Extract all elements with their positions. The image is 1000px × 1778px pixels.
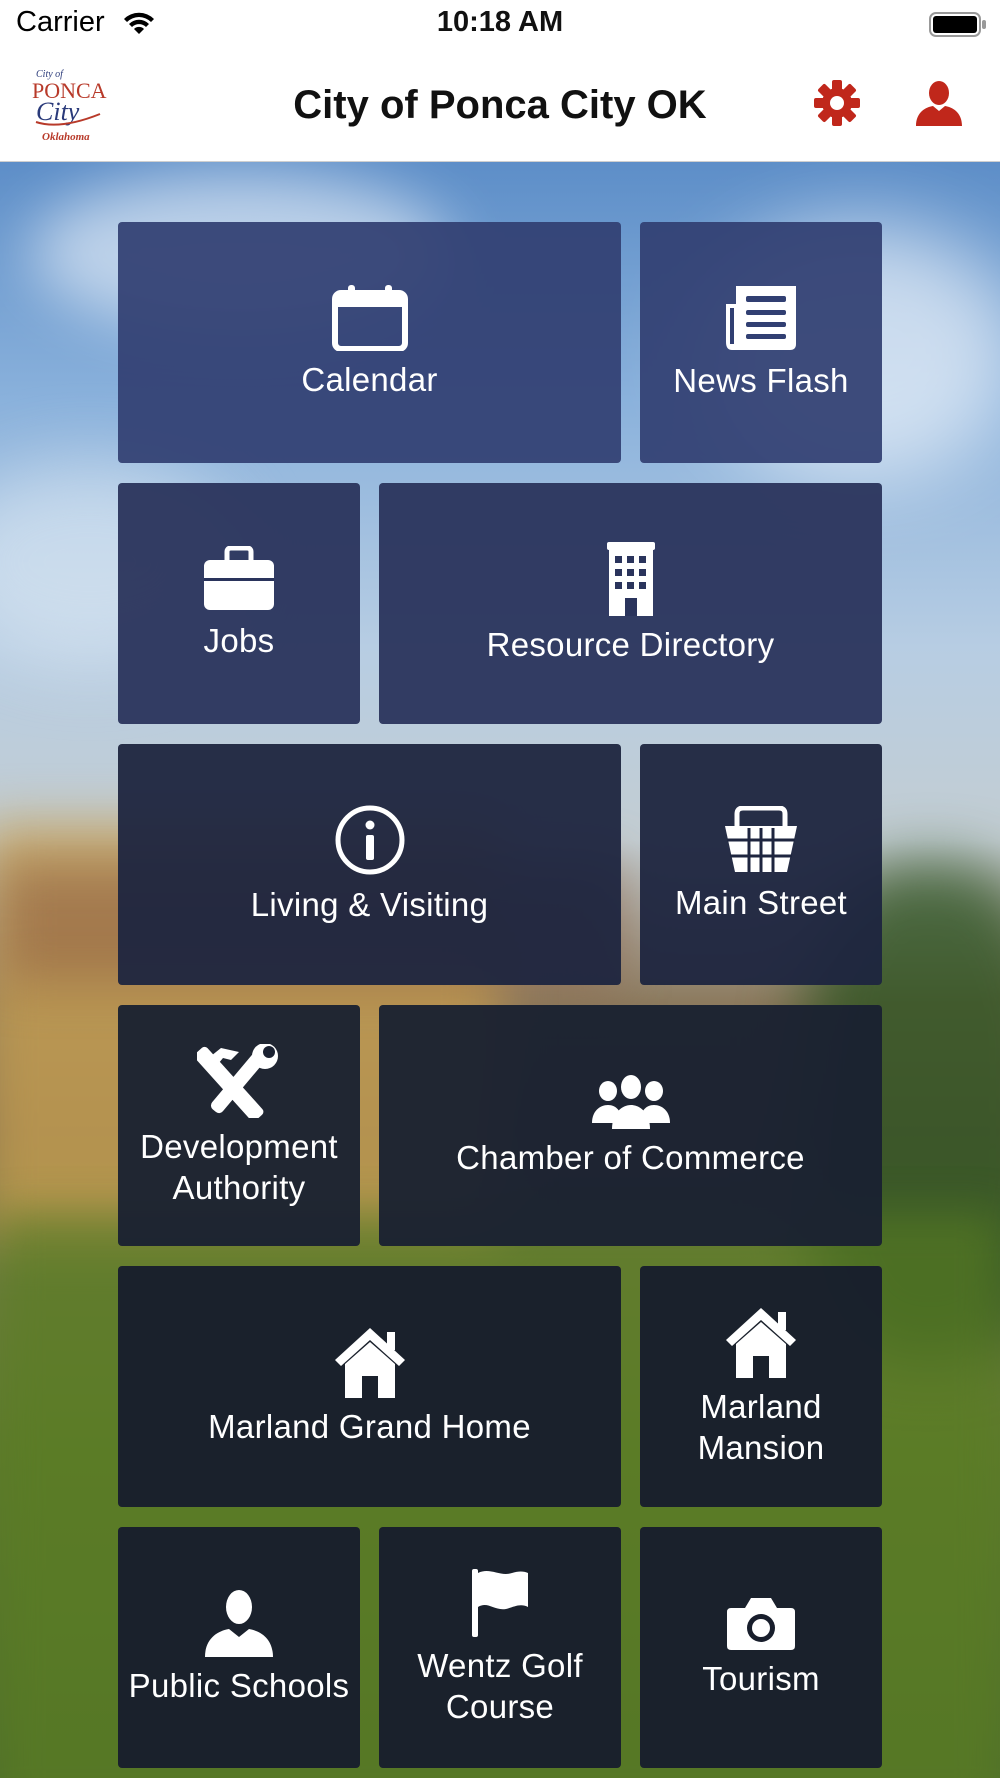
tile-label: Main Street [674, 884, 848, 921]
clock: 10:18 AM [436, 6, 564, 38]
tile-label: Marland Grand Home [208, 1408, 531, 1445]
tile-label: Tourism [702, 1660, 820, 1697]
basket-icon [725, 806, 797, 872]
battery-icon [929, 12, 986, 37]
page-title: City of Ponca City OK [293, 83, 707, 127]
tile-label: Public Schools [128, 1667, 350, 1704]
newspaper-icon [726, 286, 796, 350]
tile-label: Living & Visiting [250, 886, 489, 923]
tile-living-visiting[interactable]: Living & Visiting [118, 744, 621, 985]
svg-text:Oklahoma: Oklahoma [42, 131, 90, 143]
tile-label: Chamber of Commerce [456, 1139, 805, 1176]
tile-calendar[interactable]: Calendar [118, 222, 621, 463]
tile-label: Wentz Golf Course [417, 1646, 583, 1725]
info-icon [335, 805, 404, 875]
tile-development-authority[interactable]: Development Authority [118, 1005, 360, 1246]
user-icon[interactable] [914, 78, 964, 128]
home-icon [334, 1328, 405, 1398]
group-icon [591, 1075, 670, 1129]
tile-resource-directory[interactable]: Resource Directory [379, 483, 882, 724]
building-icon [606, 542, 655, 616]
tile-wentz-golf-course[interactable]: Wentz Golf Course [379, 1527, 621, 1768]
gear-icon[interactable] [812, 78, 862, 128]
app-header: City of PONCA City Oklahoma City of Ponc… [0, 50, 1000, 162]
calendar-icon [331, 285, 408, 351]
tools-icon [197, 1043, 278, 1118]
camera-icon [727, 1598, 795, 1650]
tile-public-schools[interactable]: Public Schools [118, 1527, 360, 1768]
tile-label: Marland Mansion [697, 1387, 825, 1466]
briefcase-icon [204, 546, 274, 610]
tile-label: Resource Directory [486, 626, 775, 663]
tile-main-street[interactable]: Main Street [640, 744, 882, 985]
tile-marland-grand-home[interactable]: Marland Grand Home [118, 1266, 621, 1507]
tile-tourism[interactable]: Tourism [640, 1527, 882, 1768]
tile-jobs[interactable]: Jobs [118, 483, 360, 724]
home-icon [726, 1307, 796, 1378]
person-icon [205, 1590, 273, 1657]
city-logo[interactable]: City of PONCA City Oklahoma [30, 64, 110, 146]
tile-news-flash[interactable]: News Flash [640, 222, 882, 463]
tile-marland-mansion[interactable]: Marland Mansion [640, 1266, 882, 1507]
tile-chamber-of-commerce[interactable]: Chamber of Commerce [379, 1005, 882, 1246]
status-bar: Carrier 10:18 AM [0, 0, 1000, 50]
tile-label: Jobs [203, 622, 275, 659]
flag-icon [472, 1568, 528, 1637]
tile-label: Development Authority [140, 1127, 338, 1206]
tile-label: Calendar [301, 361, 438, 398]
tile-label: News Flash [673, 362, 849, 399]
